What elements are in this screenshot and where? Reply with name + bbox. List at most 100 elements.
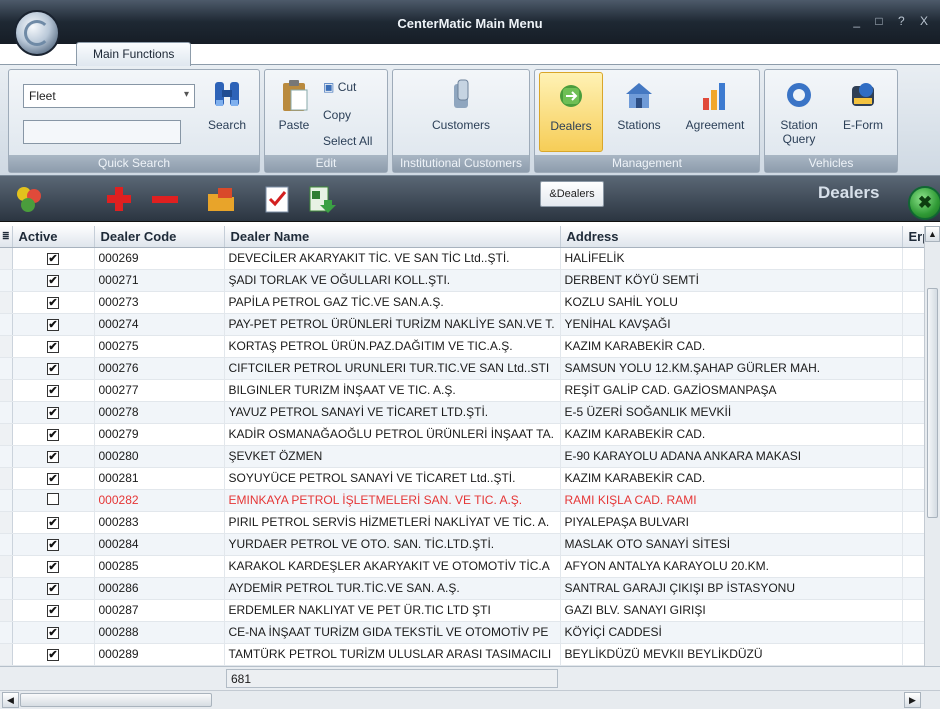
table-row[interactable]: ✔ 000276 CIFTCILER PETROL URUNLERI TUR.TIC… [0,357,940,380]
scroll-right-icon[interactable]: ▶ [904,692,921,708]
active-cell[interactable]: ✔ [12,269,95,292]
dealer-code-cell[interactable]: 000284 [94,533,225,556]
dealer-code-cell[interactable]: 000281 [94,467,225,490]
active-cell[interactable]: ✔ [12,511,95,534]
active-checkbox[interactable]: ✔ [47,561,59,573]
row-indicator[interactable] [0,335,13,358]
dealer-code-cell[interactable]: 000280 [94,445,225,468]
address-cell[interactable]: KAZIM KARABEKİR CAD. [560,467,903,490]
dealer-name-cell[interactable]: ŞADI TORLAK VE OĞULLARI KOLL.ŞTI. [224,269,561,292]
row-indicator[interactable] [0,643,13,666]
active-cell[interactable]: ✔ [12,621,95,644]
dealer-code-cell[interactable]: 000289 [94,643,225,666]
dealer-code-cell[interactable]: 000273 [94,291,225,314]
active-cell[interactable]: ✔ [12,599,95,622]
quick-search-input[interactable] [23,120,181,144]
dealer-code-cell[interactable]: 000269 [94,247,225,270]
dealer-name-cell[interactable]: BILGINLER TURIZM İNŞAAT VE TIC. A.Ş. [224,379,561,402]
address-cell[interactable]: SAMSUN YOLU 12.KM.ŞAHAP GÜRLER MAH. [560,357,903,380]
address-cell[interactable]: YENİHAL KAVŞAĞI [560,313,903,336]
dealer-name-cell[interactable]: EMINKAYA PETROL İŞLETMELERİ SAN. VE TIC.… [224,489,561,512]
row-indicator[interactable] [0,577,13,600]
app-logo-icon[interactable] [14,10,60,56]
active-checkbox[interactable]: ✔ [47,583,59,595]
copy-button[interactable]: Copy [323,108,351,122]
active-checkbox[interactable]: ✔ [47,275,59,287]
station-query-button[interactable]: Station Query [771,78,827,146]
eform-button[interactable]: E-Form [833,78,893,132]
dealers-tab-button[interactable]: &Dealers [540,181,604,207]
active-checkbox[interactable]: ✔ [47,605,59,617]
row-indicator[interactable] [0,313,13,336]
row-indicator[interactable] [0,621,13,644]
table-row[interactable]: ✔ 000269 DEVECİLER AKARYAKIT TİC. VE SAN T… [0,247,940,270]
column-address[interactable]: Address [560,226,903,248]
active-cell[interactable]: ✔ [12,577,95,600]
row-indicator[interactable] [0,247,13,270]
active-checkbox[interactable]: ✔ [47,473,59,485]
active-checkbox[interactable] [47,492,59,505]
vertical-scrollbar[interactable]: ▲ [924,226,940,666]
active-cell[interactable]: ✔ [12,291,95,314]
dealer-name-cell[interactable]: YURDAER PETROL VE OTO. SAN. TİC.LTD.ŞTİ. [224,533,561,556]
dealer-code-cell[interactable]: 000279 [94,423,225,446]
scroll-left-icon[interactable]: ◀ [2,692,19,708]
row-indicator[interactable] [0,533,13,556]
active-checkbox[interactable]: ✔ [47,451,59,463]
row-indicator[interactable] [0,401,13,424]
dealer-name-cell[interactable]: SOYUYÜCE PETROL SANAYİ VE TİCARET Ltd..Ş… [224,467,561,490]
table-row[interactable]: ✔ 000273 PAPİLA PETROL GAZ TİC.VE SAN.A.Ş.… [0,291,940,314]
table-row[interactable]: ✔ 000271 ŞADI TORLAK VE OĞULLARI KOLL.ŞTI.… [0,269,940,292]
table-row[interactable]: ✔ 000285 KARAKOL KARDEŞLER AKARYAKIT VE OT… [0,555,940,578]
table-row[interactable]: ✔ 000278 YAVUZ PETROL SANAYİ VE TİCARET LT… [0,401,940,424]
address-cell[interactable]: REŞİT GALİP CAD. GAZİOSMANPAŞA [560,379,903,402]
add-icon[interactable] [104,184,134,214]
active-checkbox[interactable]: ✔ [47,539,59,551]
dealer-name-cell[interactable]: AYDEMİR PETROL TUR.TİC.VE SAN. A.Ş. [224,577,561,600]
dealer-code-cell[interactable]: 000271 [94,269,225,292]
dealer-name-cell[interactable]: PAY-PET PETROL ÜRÜNLERİ TURİZM NAKLİYE S… [224,313,561,336]
dealer-code-cell[interactable]: 000274 [94,313,225,336]
active-checkbox[interactable]: ✔ [47,517,59,529]
customers-button[interactable]: Customers [423,78,499,132]
active-cell[interactable]: ✔ [12,467,95,490]
address-cell[interactable]: KAZIM KARABEKİR CAD. [560,423,903,446]
active-cell[interactable]: ✔ [12,335,95,358]
table-row[interactable]: ✔ 000283 PIRIL PETROL SERVİS HİZMETLERİ NA… [0,511,940,534]
horizontal-scrollbar[interactable]: ◀ ▶ [0,690,940,709]
dealers-button[interactable]: Dealers [539,72,603,152]
row-indicator[interactable] [0,599,13,622]
search-button[interactable]: Search [201,78,253,132]
dealer-name-cell[interactable]: DEVECİLER AKARYAKIT TİC. VE SAN TİC Ltd.… [224,247,561,270]
dealer-code-cell[interactable]: 000275 [94,335,225,358]
active-cell[interactable]: ✔ [12,357,95,380]
table-row[interactable]: ✔ 000281 SOYUYÜCE PETROL SANAYİ VE TİCARET… [0,467,940,490]
dealer-name-cell[interactable]: KARAKOL KARDEŞLER AKARYAKIT VE OTOMOTİV … [224,555,561,578]
dealer-name-cell[interactable]: ŞEVKET ÖZMEN [224,445,561,468]
vertical-scroll-thumb[interactable] [927,288,938,518]
dealer-code-cell[interactable]: 000286 [94,577,225,600]
dealer-code-cell[interactable]: 000278 [94,401,225,424]
stations-button[interactable]: Stations [609,78,669,132]
users-icon[interactable] [14,184,44,214]
column-dealer-name[interactable]: Dealer Name [224,226,561,248]
dealer-name-cell[interactable]: TAMTÜRK PETROL TURİZM ULUSLAR ARASI TASI… [224,643,561,666]
address-cell[interactable]: KÖYİÇİ CADDESİ [560,621,903,644]
table-row[interactable]: ✔ 000288 CE-NA İNŞAAT TURİZM GIDA TEKSTİL … [0,621,940,644]
address-cell[interactable]: BEYLİKDÜZÜ MEVKII BEYLİKDÜZÜ [560,643,903,666]
dealer-name-cell[interactable]: PIRIL PETROL SERVİS HİZMETLERİ NAKLİYAT … [224,511,561,534]
row-indicator[interactable] [0,269,13,292]
active-cell[interactable]: ✔ [12,401,95,424]
address-cell[interactable]: SANTRAL GARAJI ÇIKIŞI BP İSTASYONU [560,577,903,600]
row-indicator[interactable] [0,379,13,402]
dealer-name-cell[interactable]: KORTAŞ PETROL ÜRÜN.PAZ.DAĞITIM VE TIC.A.… [224,335,561,358]
address-cell[interactable]: E-5 ÜZERİ SOĞANLIK MEVKİİ [560,401,903,424]
column-dealer-code[interactable]: Dealer Code [94,226,225,248]
dealer-code-cell[interactable]: 000276 [94,357,225,380]
active-checkbox[interactable]: ✔ [47,429,59,441]
active-cell[interactable]: ✔ [12,379,95,402]
select-all-button[interactable]: Select All [323,134,372,148]
checklist-icon[interactable] [262,184,292,214]
close-icon[interactable]: ✖ [908,186,940,220]
scroll-up-icon[interactable]: ▲ [925,226,940,242]
